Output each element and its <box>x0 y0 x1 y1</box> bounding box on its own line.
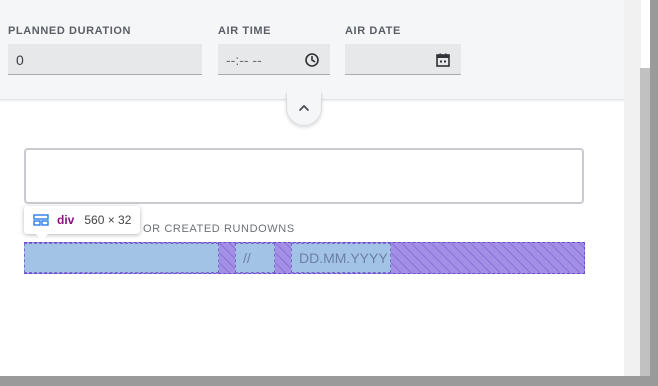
highlight-padding-3 <box>391 243 585 273</box>
scrollbar-thumb[interactable] <box>640 68 650 376</box>
planned-duration-label: PLANNED DURATION <box>8 25 132 37</box>
highlight-content-input[interactable] <box>24 243 219 273</box>
chevron-up-icon <box>299 105 309 111</box>
clock-icon[interactable] <box>304 52 320 68</box>
rundown-settings-panel: PLANNED DURATION 0 AIR TIME --:-- -- AIR… <box>0 0 624 100</box>
scrollbar-track[interactable] <box>624 0 641 376</box>
date-placeholder: DD.MM.YYYY <box>299 250 388 266</box>
air-time-field[interactable]: --:-- -- <box>218 44 330 75</box>
highlight-date-input[interactable]: DD.MM.YYYY <box>291 243 391 273</box>
highlight-separator: // <box>235 243 275 273</box>
highlight-padding-2 <box>275 243 291 273</box>
inspector-tag-name: div <box>57 213 75 227</box>
separator-text: // <box>243 250 251 266</box>
air-date-label: AIR DATE <box>345 25 401 37</box>
inspector-dimensions: 560 × 32 <box>84 213 132 227</box>
window-edge-right <box>650 0 658 386</box>
highlight-padding-1 <box>219 243 235 273</box>
inspector-tooltip: div 560 × 32 <box>24 206 141 240</box>
window-edge-bottom <box>0 376 658 386</box>
rundown-text-input[interactable] <box>24 148 584 204</box>
planned-duration-field[interactable]: 0 <box>8 44 202 75</box>
collapse-panel-button[interactable] <box>286 93 322 126</box>
planned-duration-value: 0 <box>16 52 24 68</box>
air-time-label: AIR TIME <box>218 25 272 37</box>
calendar-icon[interactable] <box>435 52 451 68</box>
created-rundowns-label: OR CREATED RUNDOWNS <box>143 223 295 235</box>
air-date-field[interactable] <box>345 44 461 75</box>
flex-layout-icon <box>33 214 49 226</box>
inspected-div-highlight: // DD.MM.YYYY <box>24 242 585 274</box>
air-time-placeholder: --:-- -- <box>226 52 262 68</box>
